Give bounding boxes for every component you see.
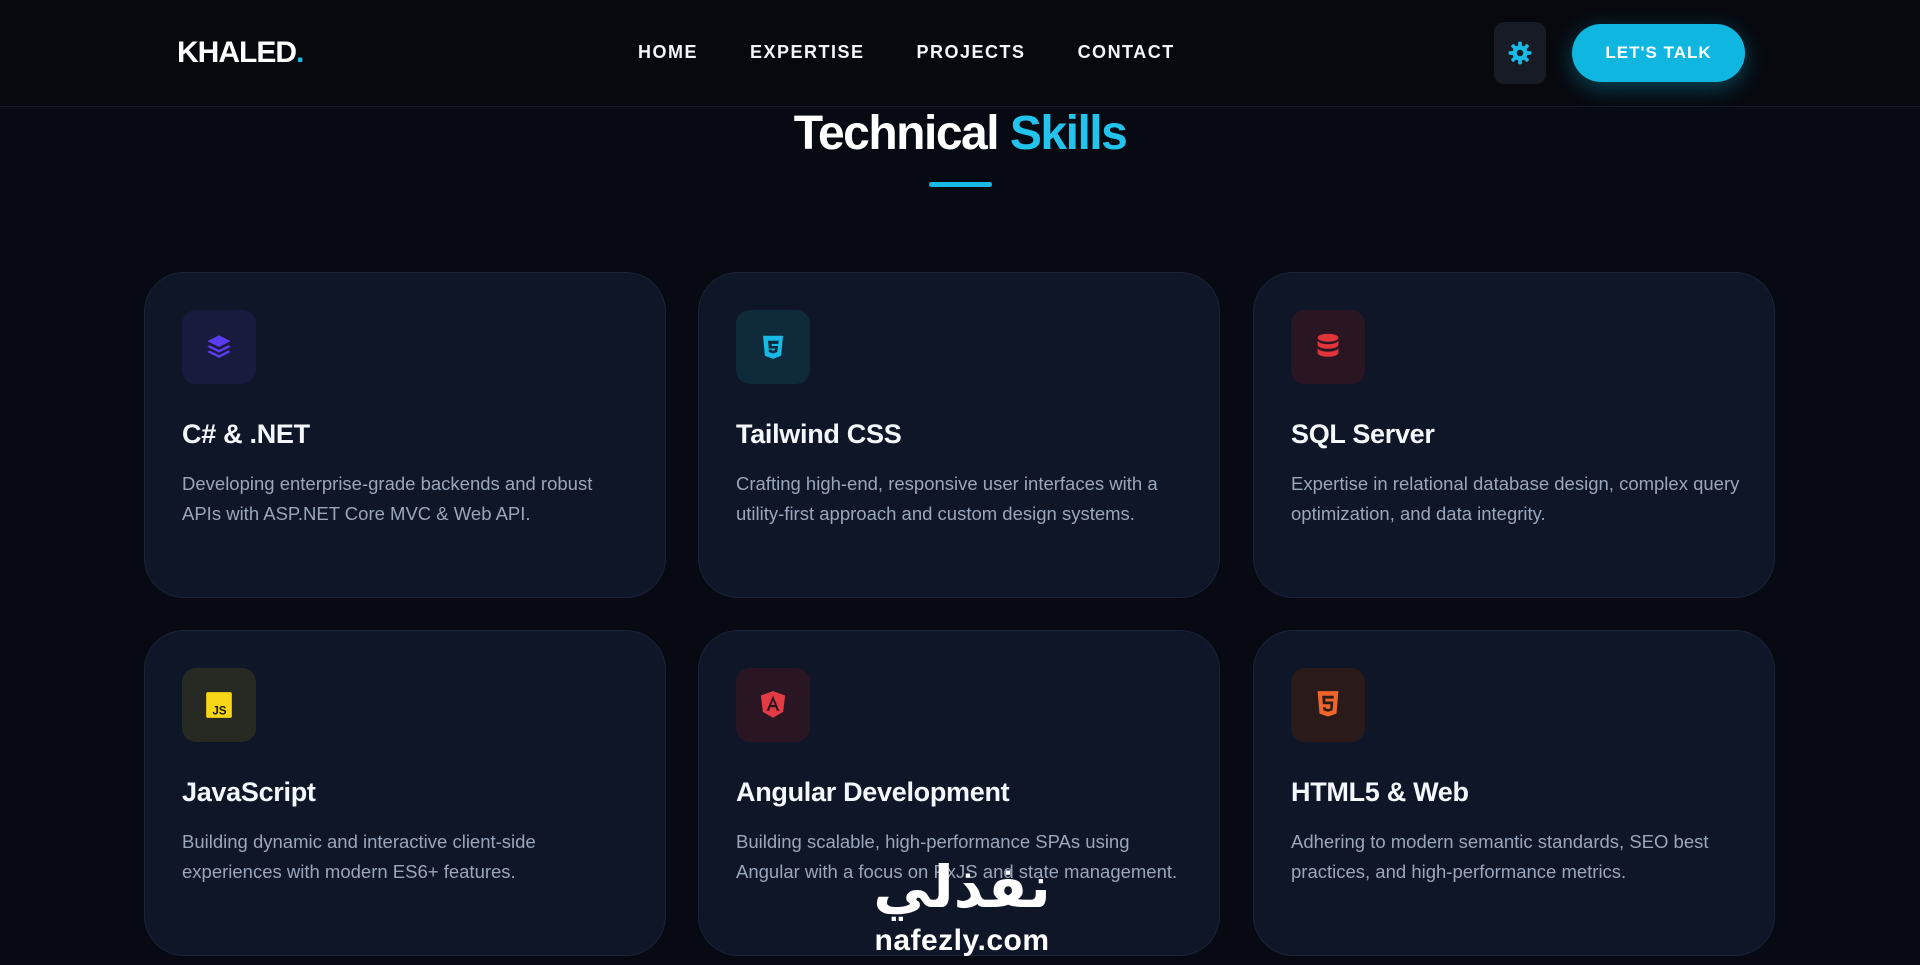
angular-icon <box>760 691 786 718</box>
icon-container <box>1291 668 1365 742</box>
card-description: Developing enterprise-grade backends and… <box>182 473 593 524</box>
card-description: Crafting high-end, responsive user inter… <box>736 473 1158 524</box>
layers-icon <box>207 335 231 358</box>
card-description: Adhering to modern semantic standards, S… <box>1291 831 1709 882</box>
skill-card-angular[interactable]: Angular Development Building scalable, h… <box>698 630 1220 956</box>
lets-talk-button[interactable]: LET'S TALK <box>1572 24 1745 82</box>
logo-text: KHALED <box>177 36 297 69</box>
svg-text:JS: JS <box>212 704 226 717</box>
nav-home[interactable]: HOME <box>638 42 698 63</box>
logo[interactable]: KHALED. <box>177 36 304 70</box>
card-title: C# & .NET <box>182 419 310 449</box>
css3-icon <box>763 335 783 359</box>
skill-card-tailwind[interactable]: Tailwind CSS Crafting high-end, responsi… <box>698 272 1220 598</box>
title-underline <box>929 182 992 187</box>
nav-contact[interactable]: CONTACT <box>1078 42 1175 63</box>
main-nav: HOME EXPERTISE PROJECTS CONTACT <box>638 42 1175 63</box>
card-title: JavaScript <box>182 777 316 807</box>
html5-icon <box>1317 691 1339 717</box>
database-icon <box>1317 333 1339 357</box>
icon-container: JS <box>182 668 256 742</box>
card-description: Expertise in relational database design,… <box>1291 473 1740 524</box>
gear-icon <box>1508 41 1532 65</box>
logo-dot: . <box>296 36 304 69</box>
section-title: Technical Skills <box>0 106 1920 161</box>
card-title: SQL Server <box>1291 419 1435 449</box>
nav-projects[interactable]: PROJECTS <box>917 42 1026 63</box>
card-description: Building dynamic and interactive client-… <box>182 831 536 882</box>
skill-card-csharp[interactable]: C# & .NET Developing enterprise-grade ba… <box>144 272 666 598</box>
nav-expertise[interactable]: EXPERTISE <box>750 42 865 63</box>
skill-card-javascript[interactable]: JS JavaScript Building dynamic and inter… <box>144 630 666 956</box>
theme-toggle-button[interactable] <box>1494 22 1546 84</box>
icon-container <box>736 310 810 384</box>
skill-card-sql-server[interactable]: SQL Server Expertise in relational datab… <box>1253 272 1775 598</box>
card-title: HTML5 & Web <box>1291 777 1469 807</box>
icon-container <box>736 668 810 742</box>
icon-container <box>182 310 256 384</box>
title-accent: Skills <box>1009 107 1128 160</box>
skill-card-html5[interactable]: HTML5 & Web Adhering to modern semantic … <box>1253 630 1775 956</box>
card-description: Building scalable, high-performance SPAs… <box>736 831 1178 882</box>
card-title: Tailwind CSS <box>736 419 902 449</box>
card-title: Angular Development <box>736 777 1010 807</box>
title-main: Technical <box>793 107 1000 160</box>
site-header: KHALED. HOME EXPERTISE PROJECTS CONTACT … <box>0 0 1920 107</box>
javascript-icon: JS <box>206 692 232 718</box>
icon-container <box>1291 310 1365 384</box>
